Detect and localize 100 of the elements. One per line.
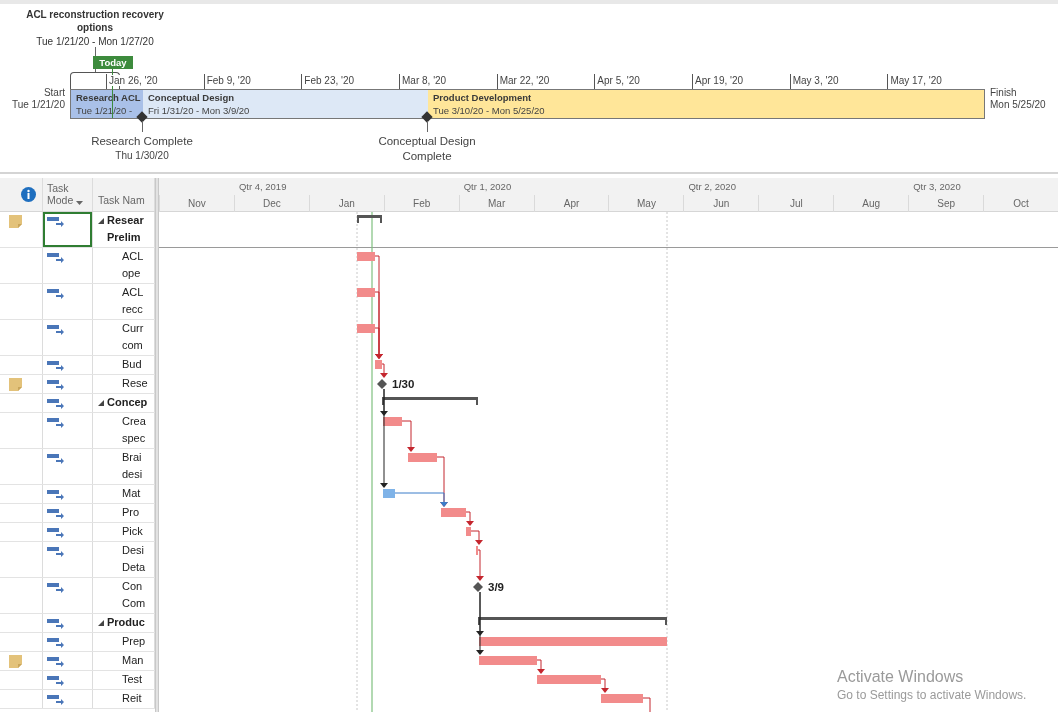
task-name[interactable]: Con Com [122,578,146,612]
task-name[interactable]: Resear Prelim [107,212,144,246]
month-label: Jan [308,195,384,212]
task-name[interactable]: Brai desi [122,449,143,483]
collapse-triangle-icon[interactable] [98,620,104,626]
note-icon [9,378,22,391]
month-label: Nov [159,195,234,212]
quarter-label: Qtr 4, 2019 [237,180,288,194]
milestone-title: Conceptual Design Complete [377,134,477,164]
task-name[interactable]: Pick [122,523,143,540]
task-mode-icon [47,508,64,519]
milestone-diamond[interactable] [377,379,387,389]
task-name[interactable]: Man [122,652,144,669]
task-mode-icon [47,489,64,500]
collapse-triangle-icon[interactable] [98,400,104,406]
task-mode-icon [47,656,64,667]
task-name[interactable]: Bud [122,356,142,373]
task-mode-icon [47,324,64,335]
task-name[interactable]: Test [122,671,143,688]
link-arrow [476,549,484,581]
task-mode-icon [47,417,64,428]
dropdown-caret-icon[interactable] [76,201,84,205]
callout-title: ACL reconstruction recovery options [25,8,165,34]
summary-bracket[interactable] [478,617,667,625]
month-label: Sep [908,195,984,212]
milestone-date: 1/30 [392,378,415,390]
month-label: Aug [833,195,909,212]
task-mode-icon [47,637,64,648]
quarter-label: Qtr 1, 2020 [462,180,513,194]
info-icon [21,187,36,202]
milestone-date: Thu 1/30/20 [115,149,169,162]
note-icon [9,215,22,228]
month-label: Feb [383,195,459,212]
milestone-title: Research Complete [91,134,193,149]
note-icon [9,655,22,668]
finish-date: Mon 5/25/20 [990,99,1046,111]
month-label: Jun [683,195,759,212]
quarter-label: Qtr 2, 2020 [687,180,737,194]
activation-notice-title: Activate Windows [837,667,965,687]
date-tick: Mar 22, '20 [499,75,550,86]
month-label: May [608,195,684,212]
timeline-segment[interactable]: Conceptual Design Fri 1/31/20 - Mon 3/9/20 [143,90,428,118]
start-label: Start [43,87,65,99]
date-tick: Feb 9, '20 [206,75,251,86]
task-bar[interactable] [383,417,402,426]
segment-dates: Fri 1/31/20 - Mon 3/9/20 [148,105,251,117]
summary-bracket[interactable] [357,215,382,223]
task-mode-icon [47,527,64,538]
task-name[interactable]: Produc [107,614,145,631]
date-tick: May 3, '20 [792,75,839,86]
task-mode-icon [47,675,64,686]
task-mode-icon [47,379,64,390]
task-name[interactable]: Desi Deta [122,542,146,576]
link-arrow [536,659,545,674]
task-mode-icon [47,546,64,557]
date-tick: Mar 8, '20 [402,75,447,86]
link-arrow [401,420,415,452]
month-label: Oct [983,195,1058,212]
task-name[interactable]: Reit [122,690,142,707]
task-mode-icon [47,288,64,299]
task-mode-icon [47,360,64,371]
segment-title: Product Development [433,92,533,104]
task-name[interactable]: ACL ope [122,248,143,282]
month-label: Mar [458,195,534,212]
link-arrow [470,530,483,545]
task-name[interactable]: Mat [122,485,141,502]
quarter-label: Qtr 3, 2020 [912,180,962,194]
activation-notice-text: Go to Settings to activate Windows. [837,687,1027,703]
link-arrow [465,511,474,526]
summary-bracket[interactable] [382,397,478,405]
date-tick: Apr 19, '20 [695,75,744,86]
month-label: Dec [233,195,309,212]
task-name[interactable]: Rese [122,375,148,392]
date-tick: May 17, '20 [890,75,942,86]
leader-line [142,121,143,132]
callout-dates: Tue 1/21/20 - Mon 1/27/20 [36,35,154,48]
timeline-segment[interactable]: Product Development Tue 3/10/20 - Mon 5/25/20 [428,90,984,118]
task-name[interactable]: Curr com [122,320,144,354]
task-name[interactable]: Pro [122,504,140,521]
column-header[interactable]: Task Nam [98,194,145,206]
task-name[interactable]: Concep [107,394,148,411]
task-mode-icon [47,398,64,409]
task-mode-icon [47,453,64,464]
column-header[interactable]: Task Mode [47,182,74,206]
segment-title: Conceptual Design [148,92,236,104]
milestone-date: 3/9 [488,581,504,593]
date-tick: Feb 23, '20 [304,75,355,86]
month-label: Apr [533,195,609,212]
start-date: Tue 1/21/20 [12,99,65,111]
month-label: Jul [758,195,834,212]
task-mode-icon [47,252,64,263]
task-name[interactable]: ACL recc [122,284,143,318]
task-mode-icon [47,216,64,227]
task-name[interactable]: Prep [122,633,146,650]
milestone-diamond[interactable] [473,582,483,592]
today-tag: Today [93,56,133,69]
date-tick: Apr 5, '20 [597,75,640,86]
task-name[interactable]: Crea spec [122,413,146,447]
collapse-triangle-icon[interactable] [98,218,104,224]
today-line [112,69,113,118]
